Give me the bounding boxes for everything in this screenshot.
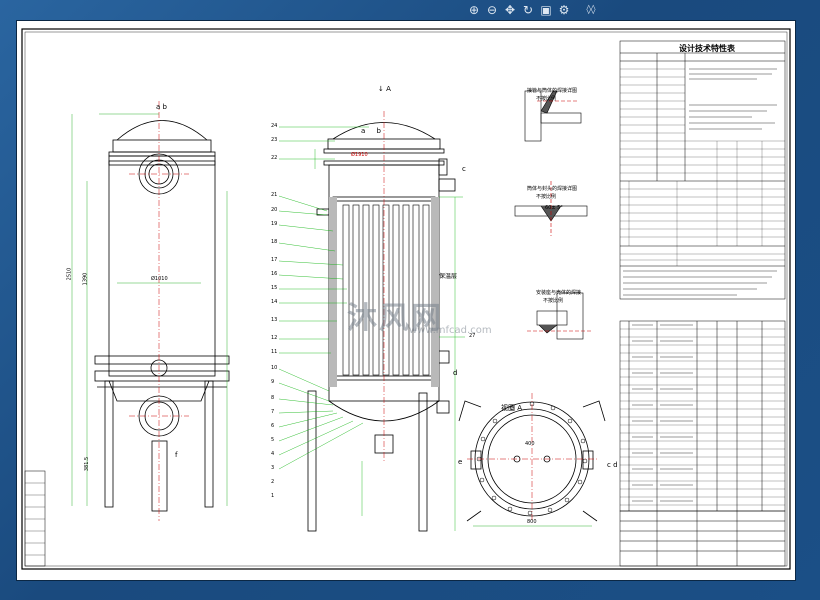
technical-table-grid [620, 68, 785, 266]
detail-title-3: 安装座与壳体的焊接 [536, 290, 582, 296]
insulation-left [329, 197, 337, 387]
refresh-icon[interactable]: ↻ [520, 2, 536, 18]
part-number: 2 [271, 479, 275, 485]
technical-table-title: 设计技术特性表 [679, 44, 735, 53]
part-number: 24 [271, 123, 278, 129]
part-number: 20 [271, 207, 278, 213]
nozzle-label-d: d [453, 369, 458, 377]
part-number: 9 [271, 379, 275, 385]
part-number: 14 [271, 299, 278, 305]
front-view-vessel [94, 120, 230, 512]
nozzle-label-c: c [462, 165, 466, 173]
filter-cartridges [342, 204, 430, 376]
dim-plan-spacing: 400 [525, 441, 535, 447]
part-number: 13 [271, 317, 278, 323]
part-number: 15 [271, 285, 278, 291]
zoom-in-icon[interactable]: ⊕ [466, 2, 482, 18]
detail-scale-1: 不按比例 [536, 96, 557, 102]
dim-body-height: 1390 [82, 272, 89, 286]
dim-total-height: 2510 [66, 267, 73, 281]
nozzle-label-front: a b [156, 103, 167, 111]
front-view-dimensions [71, 113, 228, 506]
part-number: 23 [271, 137, 278, 143]
part-number: 1 [271, 493, 275, 499]
part-number: 3 [271, 465, 275, 471]
dim-diameter-inner: Ø1010 [151, 276, 168, 282]
dim-plan-width: 800 [527, 519, 537, 525]
title-block [619, 510, 786, 567]
part-number: 7 [271, 409, 275, 415]
dim-leg-height: 381.5 [84, 456, 91, 472]
page-indicator: ◊◊ [586, 5, 596, 15]
part-number: 11 [271, 349, 278, 355]
part-number: 22 [271, 155, 278, 161]
drawing-sheet: a b a b c d c d e f ↓ A 视图 A 设计技术特性表 接管与… [17, 21, 795, 580]
weld-angle-label: 60± 5° [545, 205, 563, 211]
viewer-toolbar: ⊕ ⊖ ✥ ↻ ▣ ⚙ ◊◊ [466, 2, 602, 18]
section-arrow-label: ↓ A [378, 85, 391, 93]
part-number: 8 [271, 395, 275, 401]
detail-title-1: 接管与筒体的焊接详图 [527, 88, 578, 94]
nozzle-label-plan-e: e [458, 458, 463, 466]
view-a-label: 视图 A [501, 404, 523, 412]
insulation-note: 保温层 [439, 273, 458, 280]
zoom-out-icon[interactable]: ⊖ [484, 2, 500, 18]
part-number: 6 [271, 423, 275, 429]
part-number: 17 [271, 257, 278, 263]
part-number: 21 [271, 192, 278, 198]
part-number: 12 [271, 335, 278, 341]
left-title-strip [24, 470, 46, 567]
part-number: 5 [271, 437, 275, 443]
part-number: 16 [271, 271, 278, 277]
technical-specification-table [619, 40, 786, 300]
nozzle-label-plan-c: c d [607, 461, 618, 469]
pan-icon[interactable]: ✥ [502, 2, 518, 18]
nozzle-label-f: f [175, 451, 178, 459]
detail-title-2: 筒体与封头的焊接详图 [527, 186, 578, 192]
detail-scale-3: 不按比例 [543, 298, 564, 304]
part-number: 4 [271, 451, 275, 457]
parts-list-table [619, 320, 786, 512]
dim-diameter-shell: Ø1910 [351, 152, 368, 158]
watermark-url: www.mfcad.com [409, 325, 492, 336]
nozzle-label-section: a b [361, 127, 381, 135]
part-number: 18 [271, 239, 278, 245]
part-number: 19 [271, 221, 278, 227]
layers-icon[interactable]: ▣ [538, 2, 554, 18]
settings-icon[interactable]: ⚙ [556, 2, 572, 18]
detail-scale-2: 不按比例 [536, 194, 557, 200]
insulation-right [431, 197, 439, 387]
part-number: 10 [271, 365, 278, 371]
